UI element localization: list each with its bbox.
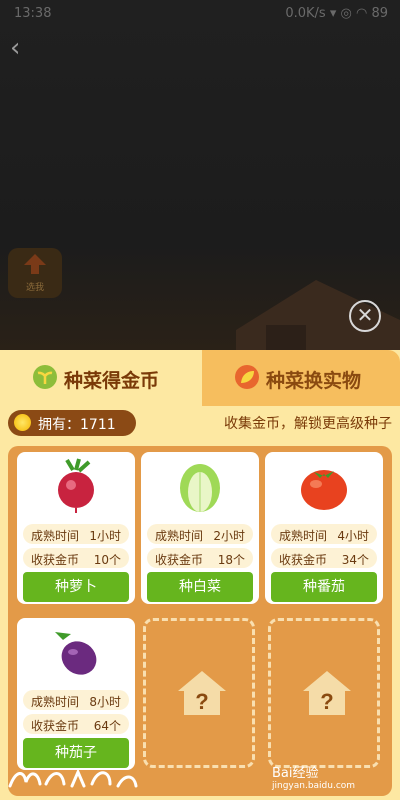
harvest-gold-label: 收获金币 <box>155 553 204 567</box>
harvest-gold-value: 34个 <box>341 553 369 567</box>
tab-earn-coins[interactable]: 种菜得金币 <box>0 350 200 406</box>
sprout-icon <box>33 365 57 389</box>
ripening-time-label: 成熟时间 <box>279 529 328 543</box>
tab-earn-coins-label: 种菜得金币 <box>64 370 160 392</box>
signature-watermark <box>8 768 138 788</box>
ripening-time-value: 2小时 <box>213 529 245 543</box>
plant-cabbage-button[interactable]: 种白菜 <box>147 572 253 602</box>
locked-house-icon: ? <box>303 671 351 715</box>
harvest-gold-row: 收获金币 34个 <box>271 548 377 568</box>
close-button[interactable]: ✕ <box>349 300 381 332</box>
watermark-text: Bai经验 <box>272 766 319 781</box>
locked-seed-slot[interactable]: ? <box>268 618 380 768</box>
harvest-gold-row: 收获金币 10个 <box>23 548 129 568</box>
coin-balance-label: 拥有：1711 <box>38 417 116 433</box>
harvest-gold-row: 收获金币 64个 <box>23 714 129 734</box>
harvest-gold-value: 10个 <box>93 553 121 567</box>
tab-exchange[interactable]: 种菜换实物 <box>202 350 400 406</box>
up-arrow-icon <box>24 254 46 274</box>
locked-house-icon: ? <box>178 671 226 715</box>
scene-badge[interactable]: 选我 <box>8 248 62 298</box>
ripening-time-value: 1小时 <box>89 529 121 543</box>
status-network: 0.0K/s ▾ ◎ ◠ 89 <box>285 6 388 21</box>
locked-slot-symbol: ? <box>195 689 208 714</box>
locked-slot-symbol: ? <box>320 689 333 714</box>
ripening-time-row: 成熟时间 1小时 <box>23 524 129 544</box>
ripening-time-value: 8小时 <box>89 695 121 709</box>
ripening-time-label: 成熟时间 <box>31 695 80 709</box>
harvest-gold-label: 收获金币 <box>279 553 328 567</box>
ripening-time-row: 成熟时间 4小时 <box>271 524 377 544</box>
locked-seed-slot[interactable]: ? <box>143 618 255 768</box>
seed-card-eggplant: 成熟时间 8小时 收获金币 64个 种茄子 <box>17 618 135 770</box>
back-button[interactable]: ‹ <box>10 35 34 61</box>
harvest-gold-label: 收获金币 <box>31 719 80 733</box>
coin-icon <box>14 414 31 431</box>
status-time: 13:38 <box>14 6 52 21</box>
status-bar: 13:38 0.0K/s ▾ ◎ ◠ 89 <box>0 0 400 28</box>
ripening-time-label: 成熟时间 <box>155 529 204 543</box>
planting-panel: 种菜得金币 种菜换实物 拥有：1711 收集金币，解锁更高级种子 成熟时间 1小… <box>0 350 400 800</box>
harvest-gold-value: 64个 <box>93 719 121 733</box>
eggplant-icon <box>55 632 97 675</box>
radish-icon <box>58 458 94 513</box>
seed-card-tomato: 成熟时间 4小时 收获金币 34个 种番茄 <box>265 452 383 604</box>
seed-card-cabbage: 成熟时间 2小时 收获金币 18个 种白菜 <box>141 452 259 604</box>
unlock-hint: 收集金币，解锁更高级种子 <box>224 416 392 432</box>
scene-badge-label: 选我 <box>25 283 44 293</box>
watermark-subtext: jingyan.baidu.com <box>272 781 356 791</box>
plant-tomato-button[interactable]: 种番茄 <box>271 572 377 602</box>
ripening-time-row: 成熟时间 8小时 <box>23 690 129 710</box>
ripening-time-value: 4小时 <box>337 529 369 543</box>
ripening-time-row: 成熟时间 2小时 <box>147 524 253 544</box>
tomato-icon <box>301 470 347 510</box>
ripening-time-label: 成熟时间 <box>31 529 80 543</box>
seed-card-radish: 成熟时间 1小时 收获金币 10个 种萝卜 <box>17 452 135 604</box>
coin-balance: 拥有：1711 <box>8 410 136 436</box>
harvest-gold-row: 收获金币 18个 <box>147 548 253 568</box>
harvest-gold-value: 18个 <box>217 553 245 567</box>
leaf-icon <box>235 365 259 389</box>
cabbage-icon <box>180 464 220 512</box>
baidu-watermark: Bai经验 jingyan.baidu.com <box>272 762 392 791</box>
harvest-gold-label: 收获金币 <box>31 553 80 567</box>
tab-exchange-label: 种菜换实物 <box>266 370 362 392</box>
plant-radish-button[interactable]: 种萝卜 <box>23 572 129 602</box>
